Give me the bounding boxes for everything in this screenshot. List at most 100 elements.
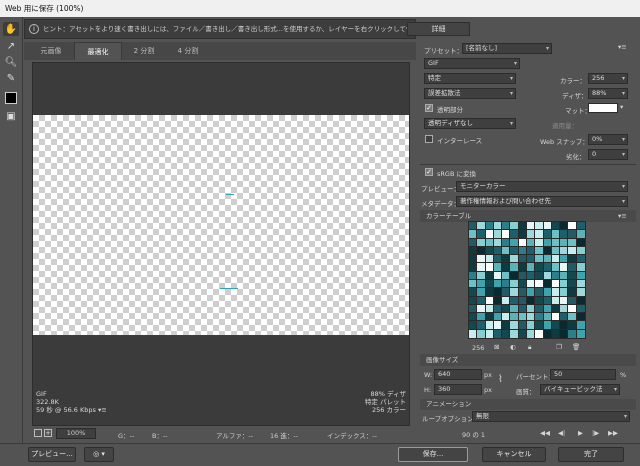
color-swatch[interactable] [501,254,512,265]
color-swatch[interactable] [476,312,487,323]
color-swatch[interactable] [467,295,479,306]
zoom-in-icon[interactable]: + [44,429,52,437]
colors-select[interactable]: 256 [588,73,628,84]
matte-color-swatch[interactable] [588,103,618,113]
color-swatch[interactable] [509,320,520,331]
color-swatch[interactable] [575,278,587,290]
color-swatch[interactable] [534,229,545,240]
color-swatch[interactable] [542,262,553,273]
loop-options-select[interactable]: 無限 [472,411,630,422]
color-swatch[interactable] [550,237,562,248]
color-swatch[interactable] [509,328,520,340]
prev-frame-icon[interactable]: ◀| [558,429,565,437]
color-swatch[interactable] [542,295,553,306]
color-swatch[interactable] [484,220,495,232]
color-swatch[interactable] [492,220,504,232]
color-swatch[interactable] [542,245,553,257]
color-swatch[interactable] [467,328,479,340]
color-swatch[interactable] [517,245,529,257]
color-swatch[interactable] [476,270,487,282]
color-swatch[interactable] [534,303,545,315]
color-swatch[interactable] [501,320,512,331]
preview-color-select[interactable]: モニターカラー [456,181,628,192]
color-swatch[interactable] [525,328,537,340]
color-swatch[interactable] [476,287,487,298]
color-swatch[interactable] [559,245,570,257]
color-swatch[interactable] [575,270,587,282]
color-swatch[interactable] [467,320,479,331]
color-swatch[interactable] [517,312,529,323]
color-swatch[interactable] [467,312,479,323]
color-swatch[interactable] [567,312,578,323]
color-table-menu-icon[interactable]: ▾≡ [618,212,627,220]
color-swatch[interactable] [492,254,504,265]
download-speed-menu-icon[interactable]: ▾≡ [98,406,107,414]
color-swatch[interactable] [559,320,570,331]
color-swatch[interactable] [525,229,537,240]
color-swatch[interactable] [509,270,520,282]
color-swatch[interactable] [517,270,529,282]
color-swatch[interactable] [517,320,529,331]
color-swatch[interactable] [492,262,504,273]
color-swatch[interactable] [492,320,504,331]
color-swatch[interactable] [542,220,553,232]
color-swatch[interactable] [484,237,495,248]
color-swatch[interactable] [550,245,562,257]
color-swatch[interactable] [484,312,495,323]
color-swatch[interactable] [575,287,587,298]
color-swatch[interactable] [550,295,562,306]
preview-in-browser-button[interactable]: プレビュー... [28,447,76,462]
details-button[interactable]: 詳細 [407,22,470,36]
color-swatch[interactable] [509,229,520,240]
color-swatch[interactable] [550,278,562,290]
color-swatch[interactable] [550,220,562,232]
color-swatch[interactable] [567,295,578,306]
color-swatch[interactable] [501,220,512,232]
color-swatch[interactable] [501,303,512,315]
preset-menu-icon[interactable]: ▾≡ [618,43,627,51]
color-swatch[interactable] [542,312,553,323]
color-swatch[interactable] [567,229,578,240]
color-swatch[interactable] [575,262,587,273]
color-swatch[interactable] [492,295,504,306]
color-swatch[interactable] [467,237,479,248]
color-swatch[interactable] [492,303,504,315]
color-swatch[interactable] [517,237,529,248]
lossy-select[interactable]: 0 [588,149,628,160]
color-swatch[interactable] [492,237,504,248]
color-swatch[interactable] [476,320,487,331]
color-swatch[interactable] [567,303,578,315]
color-swatch[interactable] [567,270,578,282]
color-swatch[interactable] [534,245,545,257]
color-swatch[interactable] [550,270,562,282]
width-input[interactable]: 640 [434,369,482,380]
color-swatch[interactable] [492,312,504,323]
color-swatch[interactable] [484,262,495,273]
tab-original[interactable]: 元画像 [30,42,72,60]
color-swatch[interactable] [550,303,562,315]
color-swatch[interactable] [542,303,553,315]
color-swatch[interactable] [476,278,487,290]
color-swatch[interactable] [492,270,504,282]
color-swatch[interactable] [567,262,578,273]
color-swatch[interactable] [559,237,570,248]
color-swatch[interactable] [501,287,512,298]
color-swatch[interactable] [525,245,537,257]
color-swatch[interactable] [517,287,529,298]
zoom-out-icon[interactable] [34,429,42,437]
color-swatch[interactable] [567,245,578,257]
color-swatch[interactable] [501,278,512,290]
color-swatch[interactable] [509,245,520,257]
color-swatch[interactable] [501,245,512,257]
color-swatch[interactable] [534,278,545,290]
color-swatch[interactable] [550,254,562,265]
color-swatch[interactable] [534,328,545,340]
color-swatch[interactable] [550,287,562,298]
color-swatch[interactable] [525,295,537,306]
color-swatch[interactable] [509,262,520,273]
color-swatch[interactable] [525,278,537,290]
web-snap-select[interactable]: 0% [588,134,628,145]
color-swatch[interactable] [567,237,578,248]
quality-select[interactable]: バイキュービック法 [540,384,620,395]
color-swatch[interactable] [501,328,512,340]
